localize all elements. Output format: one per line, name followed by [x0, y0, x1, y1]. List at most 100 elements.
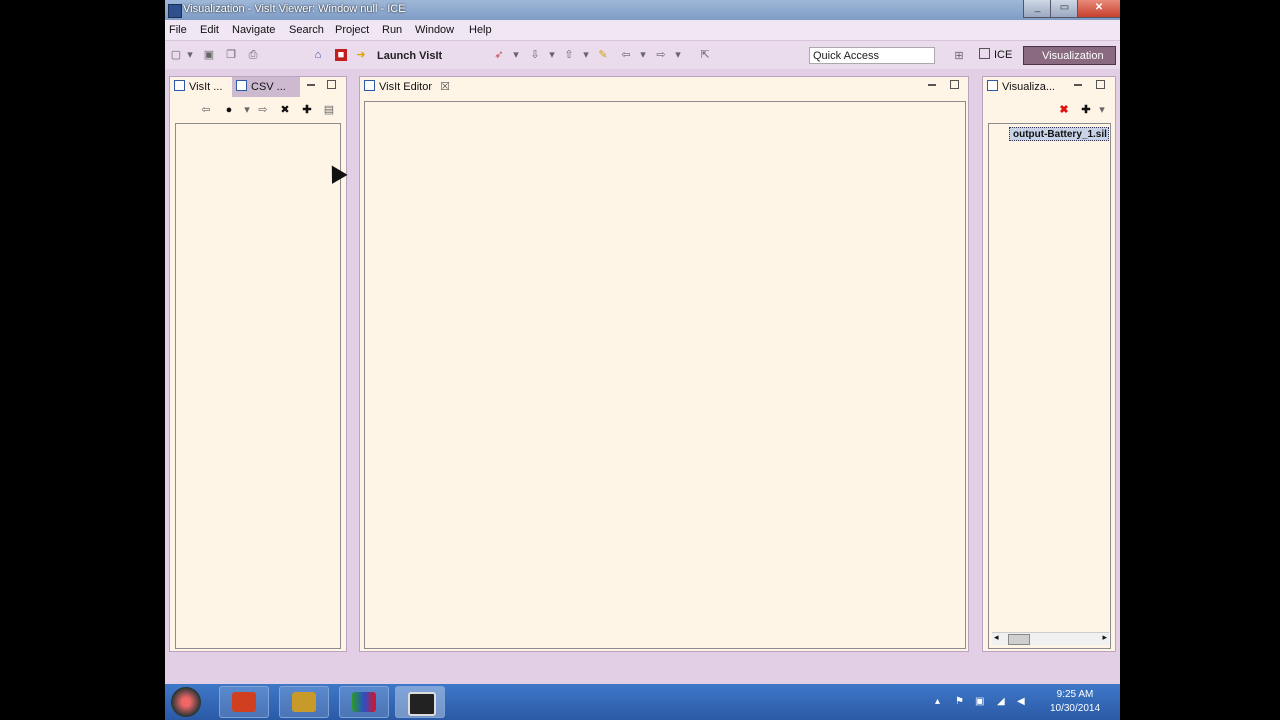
network-icon[interactable]: ▣	[975, 696, 984, 707]
menu-bar: File Edit Navigate Search Project Run Wi…	[165, 20, 1120, 41]
scroll-thumb[interactable]	[1008, 634, 1030, 645]
minimize-button[interactable]: _	[1023, 0, 1052, 18]
delete-icon[interactable]: ✖	[279, 104, 291, 116]
taskbar-app-powerpoint[interactable]	[219, 686, 269, 718]
tab-csv[interactable]: CSV ...	[232, 77, 300, 97]
file-list[interactable]: output-Battery_1.sil ◂ ▸	[988, 123, 1111, 649]
view-icon	[174, 80, 185, 91]
connect-icon[interactable]: ⌂	[312, 49, 324, 61]
powerpoint-icon	[232, 692, 256, 712]
menu-edit[interactable]: Edit	[200, 24, 219, 36]
clock-time: 9:25 AM	[1056, 689, 1094, 700]
close-button[interactable]: ✕	[1077, 0, 1120, 18]
next-annotation-icon[interactable]: ⇩	[529, 49, 541, 61]
menu-window[interactable]: Window	[415, 24, 454, 36]
stop-icon[interactable]: ■	[335, 49, 347, 61]
taskbar: ▴ ⚑ ▣ ◢ ◀ 9:25 AM 10/30/2014	[165, 684, 1120, 720]
add-icon[interactable]: ✚	[301, 104, 313, 116]
back-icon[interactable]: ⇦	[200, 104, 212, 116]
remove-icon[interactable]: ✖	[1058, 104, 1070, 116]
play-dropdown-icon[interactable]: ▾	[241, 104, 253, 116]
right-view-panel: Visualiza... ✖ ✚ ▾ output-Battery_1.sil …	[982, 76, 1116, 652]
window-title: Visualization - VisIt Viewer: Window nul…	[183, 3, 406, 15]
tab-visit-data[interactable]: VisIt ...	[170, 77, 230, 97]
editor-icon	[364, 80, 375, 91]
flag-icon[interactable]: ⚑	[955, 696, 964, 707]
tab-label: VisIt ...	[189, 81, 223, 93]
back-dropdown-icon[interactable]: ▾	[637, 49, 649, 61]
clock-date: 10/30/2014	[1049, 703, 1101, 714]
signal-icon[interactable]: ◢	[997, 696, 1005, 707]
forward-dropdown-icon[interactable]: ▾	[672, 49, 684, 61]
new-dropdown-icon[interactable]: ▾	[184, 49, 196, 61]
window-title-bar[interactable]: Visualization - VisIt Viewer: Window nul…	[165, 0, 1120, 20]
tab-visit-editor[interactable]: VisIt Editor ☒	[360, 77, 456, 97]
minimize-view-icon[interactable]	[307, 84, 315, 86]
volume-icon[interactable]: ◀	[1017, 696, 1025, 707]
list-item[interactable]: output-Battery_1.sil	[1009, 127, 1109, 141]
tab-label: CSV ...	[251, 81, 286, 93]
quick-access-input[interactable]: Quick Access	[809, 47, 935, 64]
menu-project[interactable]: Project	[335, 24, 369, 36]
prev-annotation-icon[interactable]: ⇧	[563, 49, 575, 61]
maximize-editor-icon[interactable]	[950, 80, 959, 89]
prev-annotation-dropdown-icon[interactable]: ▾	[580, 49, 592, 61]
last-edit-icon[interactable]: ✎	[597, 49, 609, 61]
add-icon[interactable]: ✚	[1080, 104, 1092, 116]
menu-file[interactable]: File	[169, 24, 187, 36]
save-icon[interactable]: ▣	[203, 49, 215, 61]
forward-icon[interactable]: ⇨	[257, 104, 269, 116]
launch-visit-button[interactable]: Launch VisIt	[377, 50, 442, 62]
maximize-button[interactable]: ▭	[1050, 0, 1079, 18]
show-hidden-icons-icon[interactable]: ▴	[935, 696, 940, 707]
launch-arrow-icon[interactable]: ➜	[355, 49, 367, 61]
perspective-visualization-button[interactable]: Visualization	[1023, 46, 1116, 65]
system-clock[interactable]: 9:25 AM 10/30/2014	[1035, 688, 1115, 716]
start-button[interactable]	[171, 687, 201, 717]
left-view-panel: VisIt ... CSV ... ⇦ ● ▾ ⇨ ✖ ✚ ▤	[169, 76, 347, 652]
desktop: Visualization - VisIt Viewer: Window nul…	[165, 0, 1120, 720]
app-icon	[168, 4, 182, 18]
right-tab-label: Visualiza...	[1002, 81, 1055, 93]
open-perspective-icon[interactable]: ⊞	[953, 50, 965, 62]
recorder-icon	[292, 692, 316, 712]
menu-run[interactable]: Run	[382, 24, 402, 36]
taskbar-app-recorder[interactable]	[279, 686, 329, 718]
editor-panel: VisIt Editor ☒	[359, 76, 969, 652]
rocket-icon[interactable]: ➶	[493, 49, 505, 61]
perspective-ice-label: ICE	[994, 49, 1013, 61]
scroll-right-icon[interactable]: ▸	[1102, 632, 1107, 643]
minimize-editor-icon[interactable]	[928, 84, 936, 86]
close-tab-icon[interactable]: ☒	[440, 81, 450, 93]
perspective-ice-button[interactable]: ICE	[979, 47, 1012, 64]
taskbar-app-ice[interactable]	[395, 686, 445, 718]
save-all-icon[interactable]: ❐	[225, 49, 237, 61]
maximize-view-icon[interactable]	[327, 80, 336, 89]
view-icon	[987, 80, 998, 91]
menu-navigate[interactable]: Navigate	[232, 24, 275, 36]
rocket-dropdown-icon[interactable]: ▾	[510, 49, 522, 61]
forward-icon[interactable]: ⇨	[655, 49, 667, 61]
editor-canvas[interactable]	[364, 101, 966, 649]
taskbar-app-visit[interactable]	[339, 686, 389, 718]
left-view-content[interactable]	[175, 123, 341, 649]
back-icon[interactable]: ⇦	[620, 49, 632, 61]
pin-editor-icon[interactable]: ⇱	[699, 49, 711, 61]
horizontal-scrollbar[interactable]: ◂ ▸	[992, 632, 1109, 645]
tab-visualization[interactable]: Visualiza...	[983, 77, 1063, 97]
minimize-view-icon[interactable]	[1074, 84, 1082, 86]
print-icon[interactable]: ⎙	[247, 49, 259, 61]
new-icon[interactable]: ▢	[170, 49, 182, 61]
next-annotation-dropdown-icon[interactable]: ▾	[546, 49, 558, 61]
add-dropdown-icon[interactable]: ▾	[1096, 104, 1108, 116]
view-icon	[236, 80, 247, 91]
document-icon[interactable]: ▤	[323, 104, 335, 116]
ice-perspective-icon	[979, 48, 990, 59]
play-icon[interactable]: ●	[223, 104, 235, 116]
menu-help[interactable]: Help	[469, 24, 492, 36]
scroll-left-icon[interactable]: ◂	[994, 632, 999, 643]
maximize-view-icon[interactable]	[1096, 80, 1105, 89]
main-toolbar: ▢ ▾ ▣ ❐ ⎙ ⌂ ■ ➜ Launch VisIt ➶ ▾ ⇩ ▾ ⇧ ▾…	[165, 41, 1120, 69]
menu-search[interactable]: Search	[289, 24, 324, 36]
editor-tab-label: VisIt Editor	[379, 81, 432, 93]
